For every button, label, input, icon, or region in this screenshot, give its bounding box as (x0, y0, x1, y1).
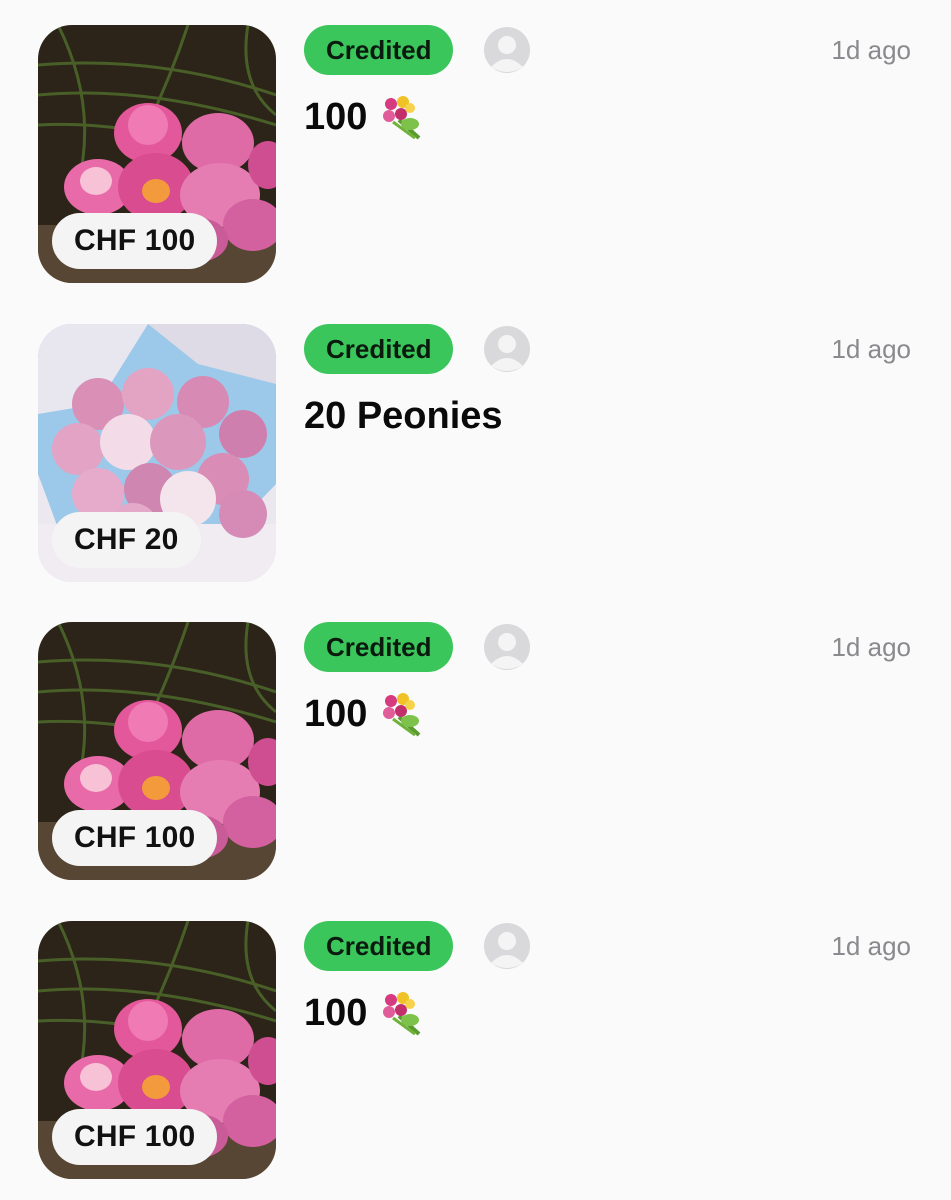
timestamp: 1d ago (831, 334, 911, 364)
gift-title-text: 100 (304, 96, 368, 138)
status-badge: Credited (304, 622, 454, 672)
avatar[interactable] (484, 923, 530, 969)
default-avatar-icon (484, 923, 530, 969)
gift-feed: CHF 100 Credited 1d ago 100 CHF 20 Credi… (0, 0, 951, 1200)
timestamp: 1d ago (831, 35, 911, 65)
feed-item[interactable]: CHF 100 Credited 1d ago 100 (0, 921, 951, 1183)
avatar[interactable] (484, 326, 530, 372)
gift-title-text: 100 (304, 693, 368, 735)
timestamp: 1d ago (831, 931, 911, 961)
price-pill: CHF 100 (52, 1109, 218, 1165)
default-avatar-icon (484, 326, 530, 372)
status-badge: Credited (304, 25, 454, 75)
price-pill: CHF 100 (52, 810, 218, 866)
default-avatar-icon (484, 624, 530, 670)
price-pill: CHF 20 (52, 512, 201, 568)
gift-title: 100 (304, 989, 425, 1037)
bouquet-icon (379, 94, 425, 140)
gift-image-peonies[interactable]: CHF 20 (38, 324, 276, 582)
gift-title-text: 20 Peonies (304, 395, 503, 437)
feed-item[interactable]: CHF 20 Credited 1d ago 20 Peonies (0, 324, 951, 586)
bouquet-icon (379, 990, 425, 1036)
feed-item[interactable]: CHF 100 Credited 1d ago 100 (0, 25, 951, 287)
avatar[interactable] (484, 27, 530, 73)
avatar[interactable] (484, 624, 530, 670)
gift-title: 100 (304, 93, 425, 141)
gift-title: 100 (304, 690, 425, 738)
gift-image-lotus[interactable]: CHF 100 (38, 622, 276, 880)
gift-title-text: 100 (304, 992, 368, 1034)
bouquet-icon (379, 691, 425, 737)
gift-image-lotus[interactable]: CHF 100 (38, 921, 276, 1179)
gift-image-lotus[interactable]: CHF 100 (38, 25, 276, 283)
status-badge: Credited (304, 921, 454, 971)
price-pill: CHF 100 (52, 213, 218, 269)
timestamp: 1d ago (831, 632, 911, 662)
gift-title: 20 Peonies (304, 392, 503, 440)
default-avatar-icon (484, 27, 530, 73)
feed-item[interactable]: CHF 100 Credited 1d ago 100 (0, 622, 951, 884)
status-badge: Credited (304, 324, 454, 374)
